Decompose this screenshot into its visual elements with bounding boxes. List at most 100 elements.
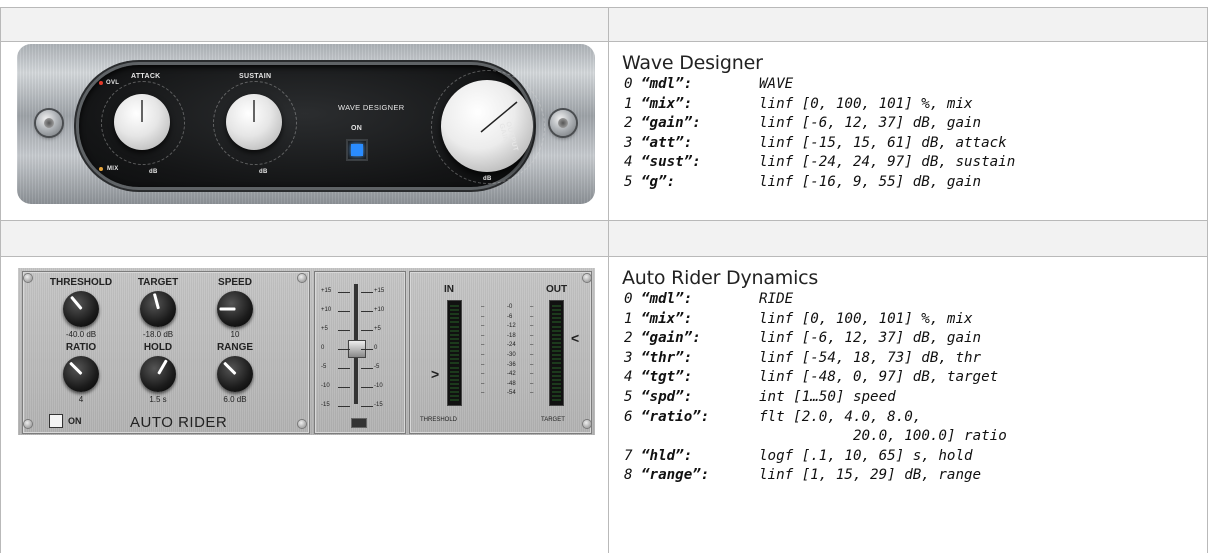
param-key: “att”: xyxy=(641,134,693,151)
meter-segment xyxy=(450,358,459,361)
on-indicator-icon xyxy=(351,144,363,156)
param-spec: linf [-24, 24, 97] dB, sustain xyxy=(759,154,1016,171)
on-button[interactable] xyxy=(346,139,368,161)
auto-rider-description: Auto Rider Dynamics 0 “mdl”: RIDE 1 “mix”: li… xyxy=(622,266,1007,486)
meter-segment xyxy=(450,321,459,324)
screw-icon xyxy=(583,420,591,428)
table-border xyxy=(0,256,1208,257)
meter-segment xyxy=(552,346,561,348)
meter-scale-label: -6 xyxy=(507,313,513,320)
meter-section xyxy=(409,271,592,434)
param-row: 2 “gain”: linf [-6, 12, 37] dB, gain xyxy=(622,329,1007,349)
fader-tick-label: +10 xyxy=(374,307,385,313)
param-spec: linf [-48, 0, 97] dB, target xyxy=(759,369,999,386)
threshold-label: THRESHOLD xyxy=(49,277,113,288)
meter-scale-label: -0 xyxy=(507,304,513,310)
table-spacer-row xyxy=(1,221,1207,256)
param-row: 4 “sust”: linf [-24, 24, 97] dB, sustain xyxy=(622,153,1015,173)
screw-icon xyxy=(550,110,576,136)
meter-segment xyxy=(552,370,561,373)
meter-segment xyxy=(552,305,561,307)
meter-scale-dash: – xyxy=(530,390,534,397)
param-index: 3 xyxy=(624,134,633,151)
param-row: 0 “mdl”: RIDE xyxy=(622,290,1007,310)
screw-icon xyxy=(583,274,591,282)
param-index: 7 xyxy=(624,447,633,464)
on-checkbox[interactable] xyxy=(49,414,63,428)
meter-segment xyxy=(450,387,459,389)
fader-led-icon xyxy=(351,418,367,428)
knob-pointer-icon xyxy=(69,361,83,376)
screw-icon xyxy=(298,420,306,428)
meter-segment xyxy=(552,382,561,385)
meter-segment xyxy=(552,399,561,402)
fader-tick-mark xyxy=(361,292,373,293)
param-index: 5 xyxy=(624,388,633,405)
param-index: 1 xyxy=(624,310,633,327)
meter-scale-dash: – xyxy=(530,332,534,339)
param-index: 8 xyxy=(624,467,633,484)
meter-segment xyxy=(552,325,561,328)
hold-label: HOLD xyxy=(143,342,173,353)
param-key: “thr”: xyxy=(641,349,693,366)
param-row: 3 “att”: linf [-15, 15, 61] dB, attack xyxy=(622,134,1015,154)
attack-knob[interactable] xyxy=(114,94,170,150)
meter-segment xyxy=(552,317,561,320)
meter-segment xyxy=(552,313,561,316)
meter-segment xyxy=(450,305,459,307)
speed-knob[interactable] xyxy=(217,291,253,327)
param-key: “range”: xyxy=(641,467,710,484)
wave-designer-panel: ATTACK SUSTAIN WAVE DESIGNER ON OVL MIX … xyxy=(17,44,595,204)
param-spec: linf [-6, 12, 37] dB, gain xyxy=(759,330,982,347)
target-label: TARGET xyxy=(137,277,179,288)
param-row: 8 “range”: linf [1, 15, 29] dB, range xyxy=(622,466,1007,486)
meter-segment xyxy=(450,333,459,336)
meter-segment xyxy=(552,378,561,381)
param-spec: RIDE xyxy=(759,291,794,307)
fader-tick-mark xyxy=(338,387,350,388)
sustain-knob[interactable] xyxy=(226,94,282,150)
meter-out xyxy=(549,300,564,406)
output-gain-knob[interactable] xyxy=(441,80,533,172)
param-key: “mdl”: xyxy=(641,291,693,307)
meter-segment xyxy=(450,366,459,369)
meter-segment xyxy=(450,337,459,340)
meter-segment xyxy=(450,346,459,348)
meter-segment xyxy=(552,341,561,344)
param-row: 3 “thr”: linf [-54, 18, 73] dB, thr xyxy=(622,349,1007,369)
meter-segment xyxy=(450,399,459,402)
hold-knob[interactable] xyxy=(140,356,176,392)
speed-value: 10 xyxy=(230,330,240,339)
param-list: 0 “mdl”: WAVE 1 “mix”: linf [0, 100, 101] %, … xyxy=(622,75,1015,193)
fader-tick-mark xyxy=(361,330,373,331)
param-key: “mdl”: xyxy=(641,76,693,92)
range-knob[interactable] xyxy=(217,356,253,392)
param-spec: logf [.1, 10, 65] s, hold xyxy=(759,447,973,464)
fader-tick-label: -10 xyxy=(321,383,330,389)
fader-tick-label: +10 xyxy=(321,307,332,313)
ovl-label: OVL xyxy=(106,80,120,86)
fader-tick-label: -15 xyxy=(321,402,330,408)
target-knob[interactable] xyxy=(140,291,176,327)
ratio-knob[interactable] xyxy=(63,356,99,392)
param-spec: linf [-6, 12, 37] dB, gain xyxy=(759,115,982,132)
meter-scale-label: -48 xyxy=(507,380,516,387)
meter-scale-dash: – xyxy=(481,304,485,310)
param-row: 5 “g”: linf [-16, 9, 55] dB, gain xyxy=(622,173,1015,193)
param-list: 0 “mdl”: RIDE 1 “mix”: linf [0, 100, 101] %, … xyxy=(622,290,1007,486)
fader-tick-label: +5 xyxy=(374,326,381,332)
param-index: 0 xyxy=(624,291,633,307)
meter-scale-label: -24 xyxy=(507,342,516,349)
param-key: “gain”: xyxy=(641,115,701,132)
param-key: “spd”: xyxy=(641,388,693,405)
fader-tick-label: 0 xyxy=(321,345,325,351)
meter-segment xyxy=(450,370,459,373)
meter-scale-label: -12 xyxy=(507,323,516,330)
fader-tick-label: -5 xyxy=(374,364,380,370)
table-border xyxy=(608,7,609,553)
knob-pointer-icon xyxy=(219,307,236,311)
threshold-knob[interactable] xyxy=(63,291,99,327)
fader-tick-mark xyxy=(338,406,350,407)
fader-tick-mark xyxy=(338,330,350,331)
plugin-title: Auto Rider Dynamics xyxy=(622,267,819,289)
